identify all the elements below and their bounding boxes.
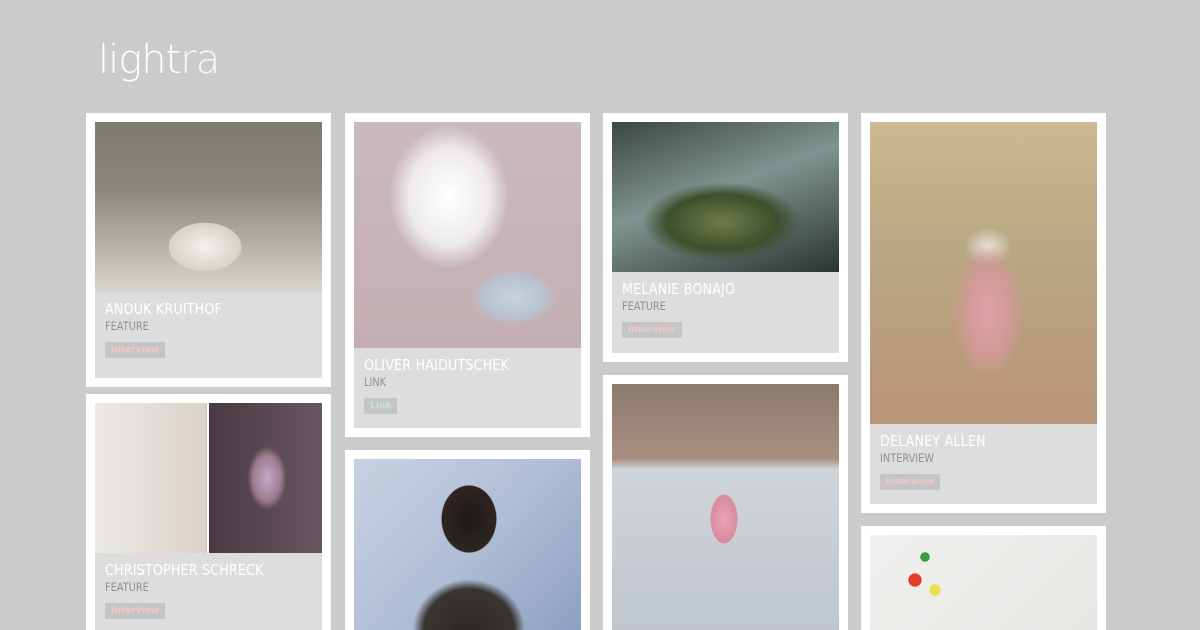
hands-circle-photo[interactable]	[95, 122, 322, 292]
post-card[interactable]	[603, 375, 848, 630]
blurred-figure-photo[interactable]	[870, 122, 1097, 424]
post-title[interactable]: DELANEY ALLEN	[880, 432, 1050, 450]
post-meta: ANOUK KRUITHOF FEATURE Interview	[95, 292, 322, 378]
post-card[interactable]	[345, 450, 590, 630]
post-meta: OLIVER HAIDUTSCHEK LINK Link	[354, 348, 581, 428]
tag-interview[interactable]: Interview	[622, 322, 682, 338]
tag-link[interactable]: Link	[364, 398, 398, 414]
site-logo[interactable]: lightra	[98, 37, 220, 83]
smoke-bracelet-photo[interactable]	[354, 122, 581, 348]
branch-photo[interactable]	[870, 535, 1097, 630]
post-category: FEATURE	[105, 580, 149, 594]
post-meta: DELANEY ALLEN INTERVIEW Interview	[870, 424, 1097, 504]
tag-interview[interactable]: Interview	[105, 603, 165, 619]
logo-accent-text: ra	[180, 37, 220, 83]
post-card[interactable]: OLIVER HAIDUTSCHEK LINK Link	[345, 113, 590, 437]
post-category: FEATURE	[105, 319, 149, 333]
car-flowers-photo[interactable]	[612, 122, 839, 272]
tag-interview[interactable]: Interview	[105, 342, 165, 358]
post-title[interactable]: OLIVER HAIDUTSCHEK	[364, 356, 534, 374]
foam-crystal-photo[interactable]	[95, 403, 322, 553]
post-meta: MELANIE BONAJO FEATURE Interview	[612, 272, 839, 353]
post-meta: CHRISTOPHER SCHRECK FEATURE Interview	[95, 553, 322, 630]
post-card[interactable]: MELANIE BONAJO FEATURE Interview	[603, 113, 848, 362]
post-title[interactable]: ANOUK KRUITHOF	[105, 300, 275, 318]
post-category: LINK	[364, 375, 387, 389]
logo-main-text: light	[98, 37, 181, 83]
post-title[interactable]: MELANIE BONAJO	[622, 280, 792, 298]
tag-interview[interactable]: Interview	[880, 474, 940, 490]
post-card[interactable]	[861, 526, 1106, 630]
post-category: FEATURE	[622, 299, 666, 313]
post-card[interactable]: ANOUK KRUITHOF FEATURE Interview	[86, 113, 331, 387]
post-category: INTERVIEW	[880, 451, 935, 465]
frozen-lake-photo[interactable]	[612, 384, 839, 630]
post-card[interactable]: DELANEY ALLEN INTERVIEW Interview	[861, 113, 1106, 513]
post-card[interactable]: CHRISTOPHER SCHRECK FEATURE Interview	[86, 394, 331, 630]
post-title[interactable]: CHRISTOPHER SCHRECK	[105, 561, 275, 579]
portrait-photo[interactable]	[354, 459, 581, 630]
